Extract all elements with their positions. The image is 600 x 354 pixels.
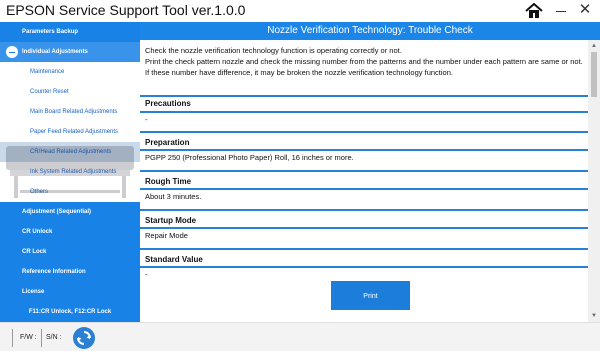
status-bar: F/W : S/N : (0, 322, 600, 351)
section-value-preparation: PGPP 250 (Professional Photo Paper) Roll… (145, 153, 354, 162)
intro-line: Check the nozzle verification technology… (145, 46, 402, 55)
sidebar: Parameters Backup Individual Adjustments… (0, 22, 140, 322)
section-divider (140, 170, 588, 172)
firmware-label: F/W : (20, 334, 37, 341)
shortcut-hint-label: F11:CR Unlock, F12:CR Lock (28, 309, 112, 315)
sidebar-item-license[interactable]: License (0, 282, 140, 302)
sidebar-item-adjustment-sequential[interactable]: Adjustment (Sequential) (0, 202, 140, 222)
minimize-button[interactable] (553, 3, 569, 19)
intro-line: Print the check pattern nozzle and check… (145, 57, 583, 67)
sidebar-item-reference-information[interactable]: Reference Information (0, 262, 140, 282)
scroll-thumb[interactable] (591, 52, 597, 97)
sidebar-item-label: CR Unlock (22, 229, 53, 235)
refresh-button[interactable] (73, 327, 95, 349)
sidebar-item-label: Adjustment (Sequential) (22, 209, 92, 215)
sidebar-subitem-others[interactable]: Others (0, 182, 140, 202)
sidebar-subitem-cr-head[interactable]: CR/Head Related Adjustments (0, 142, 140, 162)
sidebar-subitem-label: Paper Feed Related Adjustments (30, 129, 119, 135)
sidebar-item-cr-lock[interactable]: CR Lock (0, 242, 140, 262)
section-value-standard-value: - (145, 270, 148, 279)
sidebar-subitem-paper-feed[interactable]: Paper Feed Related Adjustments (0, 122, 140, 142)
sidebar-subitem-label: Main Board Related Adjustments (30, 109, 118, 115)
shortcut-hint: F11:CR Unlock, F12:CR Lock (0, 302, 140, 322)
sidebar-item-label: License (22, 289, 45, 295)
section-divider (140, 111, 588, 113)
section-title-standard-value: Standard Value (145, 255, 203, 264)
section-title-precautions: Precautions (145, 99, 191, 108)
scroll-down-icon[interactable]: ▼ (588, 310, 600, 322)
sidebar-item-cr-unlock[interactable]: CR Unlock (0, 222, 140, 242)
sidebar-subitem-maintenance[interactable]: Maintenance (0, 62, 140, 82)
sidebar-item-individual-adjustments[interactable]: Individual Adjustments (0, 42, 140, 62)
sidebar-item-label: CR Lock (22, 249, 47, 255)
print-button[interactable]: Print (331, 281, 410, 310)
sidebar-item-parameters-backup[interactable]: Parameters Backup (0, 22, 140, 42)
sidebar-subitem-label: CR/Head Related Adjustments (30, 149, 112, 155)
home-icon[interactable] (525, 2, 543, 19)
sidebar-subitem-ink-system[interactable]: Ink System Related Adjustments (0, 162, 140, 182)
refresh-icon (77, 331, 91, 345)
section-divider (140, 248, 588, 250)
section-divider (140, 266, 588, 268)
app-title: EPSON Service Support Tool ver.1.0.0 (6, 2, 246, 18)
sidebar-subitem-label: Others (30, 189, 49, 195)
scroll-up-icon[interactable]: ▲ (588, 40, 600, 52)
sidebar-subitem-main-board[interactable]: Main Board Related Adjustments (0, 102, 140, 122)
sidebar-item-label: Individual Adjustments (22, 49, 88, 55)
section-divider (140, 209, 588, 211)
sidebar-subitem-counter-reset[interactable]: Counter Reset (0, 82, 140, 102)
title-bar: EPSON Service Support Tool ver.1.0.0 ✕ (0, 0, 600, 22)
section-title-startup-mode: Startup Mode (145, 216, 197, 225)
section-title-rough-time: Rough Time (145, 177, 192, 186)
sidebar-subitem-label: Ink System Related Adjustments (30, 169, 117, 175)
section-value-precautions: - (145, 115, 148, 124)
collapse-icon[interactable] (6, 46, 18, 58)
section-divider (140, 227, 588, 229)
section-divider (140, 188, 588, 190)
sidebar-subitem-label: Counter Reset (30, 89, 69, 95)
page-title: Nozzle Verification Technology: Trouble … (267, 25, 473, 36)
intro-line: If these number have difference, it may … (145, 68, 453, 78)
section-divider (140, 131, 588, 133)
section-divider (140, 95, 588, 97)
main-content: Check the nozzle verification technology… (140, 40, 588, 322)
page-header: Nozzle Verification Technology: Trouble … (140, 22, 600, 40)
section-value-rough-time: About 3 minutes. (145, 192, 202, 201)
intro-text: Check the nozzle verification technology… (145, 45, 585, 79)
sidebar-subitem-label: Maintenance (30, 69, 65, 75)
serial-number-label: S/N : (46, 334, 62, 341)
vertical-scrollbar[interactable]: ▲ ▼ (588, 40, 600, 322)
status-separator (41, 329, 42, 347)
section-divider (140, 149, 588, 151)
section-value-startup-mode: Repair Mode (145, 231, 188, 240)
sidebar-item-label: Parameters Backup (22, 29, 79, 35)
sidebar-item-label: Reference Information (22, 269, 86, 275)
status-separator (12, 329, 13, 347)
section-title-preparation: Preparation (145, 138, 190, 147)
close-button[interactable]: ✕ (577, 1, 593, 19)
